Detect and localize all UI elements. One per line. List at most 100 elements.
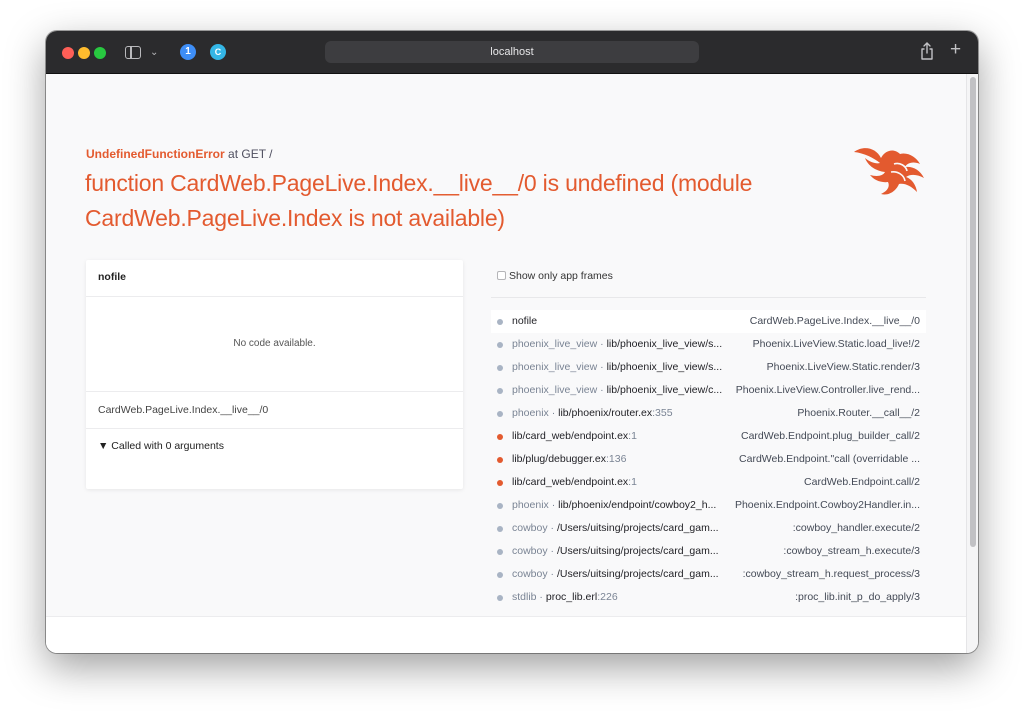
stack-frame-row[interactable]: nofile CardWeb.PageLive.Index.__live__/0 (491, 310, 926, 333)
title-bar: ⌄ 1 C localhost + (46, 31, 978, 74)
app-frame-dot-icon (497, 434, 503, 440)
app-frame-dot-icon (497, 480, 503, 486)
sidebar-toggle-icon[interactable] (125, 46, 141, 59)
frame-file: lib/phoenix/router.ex (558, 407, 653, 419)
stack-frame-row[interactable]: phoenix · lib/phoenix/router.ex:355 Phoen… (491, 402, 926, 425)
stack-frame-row[interactable]: phoenix_live_view · lib/phoenix_live_vie… (491, 356, 926, 379)
dependency-frame-dot-icon (497, 411, 503, 417)
frame-file: lib/phoenix_live_view/s... (606, 338, 723, 350)
frame-file: /Users/uitsing/projects/card_gam... (556, 522, 719, 534)
page-content: UndefinedFunctionError at GET / function… (46, 74, 966, 653)
stack-frame-row[interactable]: lib/card_web/endpoint.ex:1 CardWeb.Endpoi… (491, 471, 926, 494)
frame-location: stdlib · proc_lib.erl:226 (512, 591, 618, 603)
code-snippet-card: nofile No code available. CardWeb.PageLi… (86, 260, 463, 489)
frame-function: Phoenix.Endpoint.Cowboy2Handler.in... (734, 499, 920, 511)
frame-location: cowboy · /Users/uitsing/projects/card_ga… (512, 545, 719, 557)
frame-location: phoenix_live_view · lib/phoenix_live_vie… (512, 361, 723, 373)
show-app-frames-label: Show only app frames (509, 270, 613, 282)
frame-file: /Users/uitsing/projects/card_gam... (556, 568, 719, 580)
dependency-frame-dot-icon (497, 572, 503, 578)
frame-location: phoenix_live_view · lib/phoenix_live_vie… (512, 338, 723, 350)
frame-file: lib/phoenix/endpoint/cowboy2_h... (558, 499, 717, 511)
frame-location: phoenix_live_view · lib/phoenix_live_vie… (512, 384, 723, 396)
frame-function: CardWeb.Endpoint.call/2 (804, 476, 920, 488)
dependency-frame-dot-icon (497, 549, 503, 555)
address-bar[interactable]: localhost (325, 41, 699, 63)
frame-line-number: :1 (628, 430, 637, 442)
frame-app-name: cowboy (512, 568, 548, 580)
error-location: at GET / (228, 147, 273, 161)
frame-function-name: CardWeb.PageLive.Index.__live__/0 (98, 404, 269, 416)
stack-frame-row[interactable]: phoenix · lib/phoenix/endpoint/cowboy2_h… (491, 494, 926, 517)
error-kind: UndefinedFunctionError (86, 147, 225, 161)
frame-app-name: phoenix_live_view (512, 361, 598, 373)
frame-location: phoenix · lib/phoenix/router.ex:355 (512, 407, 673, 419)
stack-frame-row[interactable]: cowboy · /Users/uitsing/projects/card_ga… (491, 517, 926, 540)
minimize-window-button[interactable] (78, 47, 90, 59)
share-icon[interactable] (920, 42, 934, 60)
frames-divider (491, 297, 926, 298)
stack-frame-row[interactable]: lib/plug/debugger.ex:136 CardWeb.Endpoint… (491, 448, 926, 471)
called-with-arguments-toggle[interactable]: ▼ Called with 0 arguments (98, 440, 224, 452)
frame-function: Phoenix.LiveView.Controller.live_rend... (735, 384, 920, 396)
frame-file: lib/phoenix_live_view/s... (606, 361, 723, 373)
frame-file: lib/card_web/endpoint.ex (512, 476, 629, 488)
stack-frame-row[interactable]: phoenix_live_view · lib/phoenix_live_vie… (491, 333, 926, 356)
password-manager-extension-icon[interactable]: 1 (180, 44, 196, 60)
frame-function: :cowboy_stream_h.execute/3 (783, 545, 920, 557)
frame-app-name: phoenix (512, 407, 549, 419)
show-app-frames-checkbox[interactable] (497, 271, 506, 280)
frame-function: Phoenix.Router.__call__/2 (797, 407, 920, 419)
code-card-divider (86, 296, 463, 297)
frame-location: cowboy · /Users/uitsing/projects/card_ga… (512, 522, 719, 534)
stack-frame-row[interactable]: cowboy · /Users/uitsing/projects/card_ga… (491, 540, 926, 563)
frame-app-name: phoenix_live_view (512, 384, 598, 396)
code-card-title: nofile (98, 271, 126, 283)
frame-app-name: phoenix (512, 499, 549, 511)
frame-location: phoenix · lib/phoenix/endpoint/cowboy2_h… (512, 499, 717, 511)
dependency-frame-dot-icon (497, 595, 503, 601)
frame-app-name: cowboy (512, 522, 548, 534)
chevron-down-icon[interactable]: ⌄ (150, 44, 158, 62)
frame-location: lib/plug/debugger.ex:136 (512, 448, 732, 471)
frame-location: nofile (512, 310, 732, 333)
vertical-scrollbar[interactable] (966, 74, 978, 653)
stack-frames-list: nofile CardWeb.PageLive.Index.__live__/0p… (491, 310, 926, 609)
zoom-window-button[interactable] (94, 47, 106, 59)
frame-line-number: :355 (652, 407, 673, 419)
no-code-message: No code available. (233, 338, 316, 349)
app-frame-dot-icon (497, 457, 503, 463)
frame-location: lib/card_web/endpoint.ex:1 (512, 425, 732, 448)
stack-frame-row[interactable]: stdlib · proc_lib.erl:226:proc_lib.init_… (491, 586, 926, 609)
dependency-frame-dot-icon (497, 342, 503, 348)
frame-function: :cowboy_handler.execute/2 (792, 522, 920, 534)
dependency-frame-dot-icon (497, 526, 503, 532)
frame-file: lib/plug/debugger.ex (512, 453, 606, 465)
phoenix-logo-icon (854, 148, 924, 195)
stack-frame-row[interactable]: phoenix_live_view · lib/phoenix_live_vie… (491, 379, 926, 402)
show-app-frames-filter[interactable]: Show only app frames (497, 270, 613, 282)
error-message: function CardWeb.PageLive.Index.__live__… (85, 170, 753, 231)
close-window-button[interactable] (62, 47, 74, 59)
frame-app-name: phoenix_live_view (512, 338, 598, 350)
frame-file: lib/card_web/endpoint.ex (512, 430, 629, 442)
frame-function: Phoenix.LiveView.Static.load_live!/2 (752, 338, 920, 350)
extension-icon[interactable]: C (210, 44, 226, 60)
dependency-frame-dot-icon (497, 388, 503, 394)
frame-location: lib/card_web/endpoint.ex:1 (512, 471, 732, 494)
frame-file: nofile (512, 315, 538, 327)
stack-frame-row[interactable]: lib/card_web/endpoint.ex:1 CardWeb.Endpoi… (491, 425, 926, 448)
frame-line-number: :226 (597, 591, 618, 603)
frame-line-number: :1 (628, 476, 637, 488)
new-tab-plus-icon[interactable]: + (950, 40, 961, 60)
stack-frame-row[interactable]: cowboy · /Users/uitsing/projects/card_ga… (491, 563, 926, 586)
error-header: UndefinedFunctionError at GET / (86, 147, 272, 161)
dependency-frame-dot-icon (497, 503, 503, 509)
frame-function: Phoenix.LiveView.Static.render/3 (766, 361, 920, 373)
browser-window: ⌄ 1 C localhost + UndefinedFunctionError… (46, 31, 978, 653)
dependency-frame-dot-icon (497, 319, 503, 325)
page-footer (46, 616, 966, 653)
frame-function: CardWeb.Endpoint.plug_builder_call/2 (740, 430, 920, 442)
scrollbar-thumb[interactable] (970, 77, 976, 547)
dependency-frame-dot-icon (497, 365, 503, 371)
